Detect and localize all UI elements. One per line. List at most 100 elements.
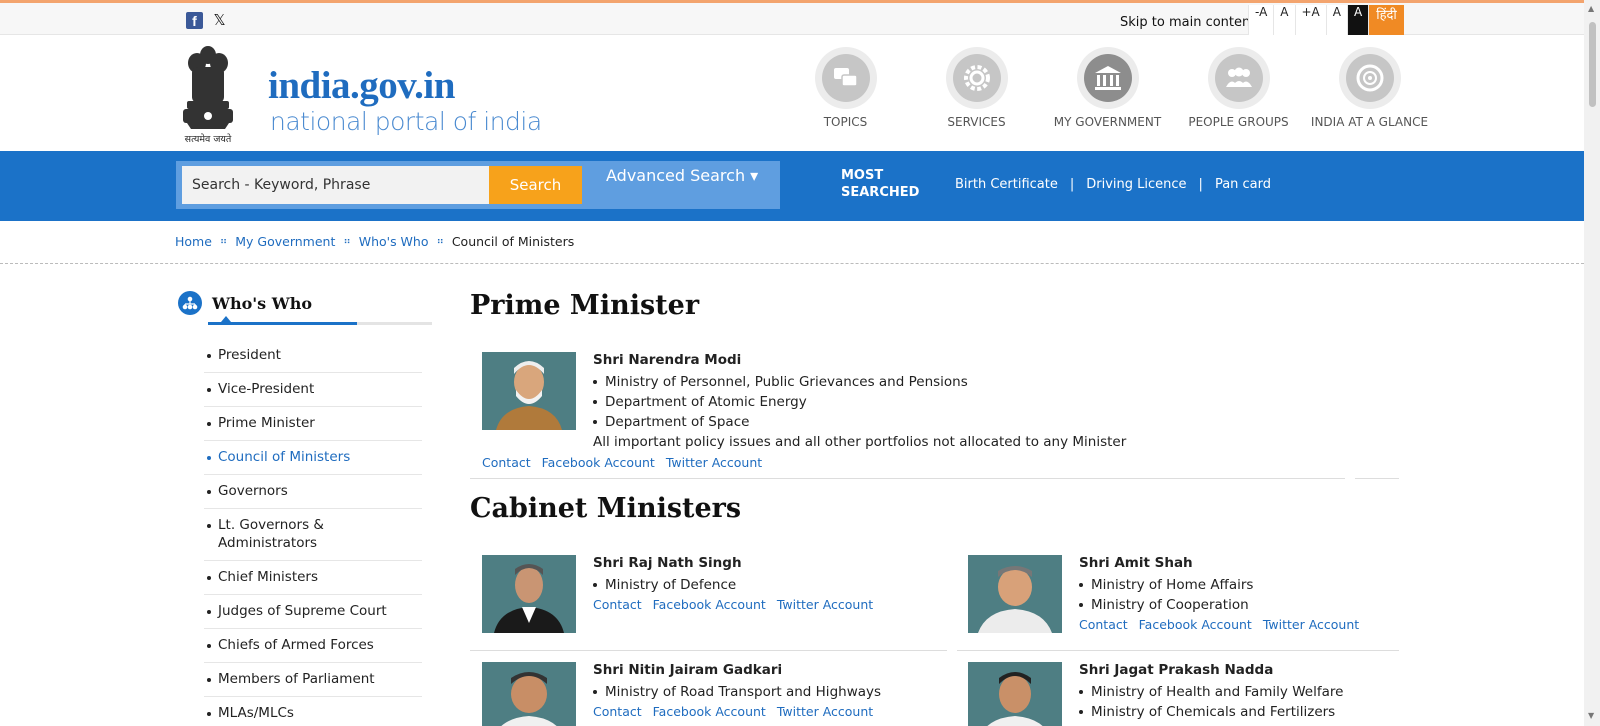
minister-photo[interactable] bbox=[482, 352, 576, 430]
sidebar-item-mlas-mlcs[interactable]: MLAs/MLCs bbox=[204, 697, 422, 726]
chakra-icon bbox=[1356, 64, 1383, 92]
decrease-font-button[interactable]: -A bbox=[1248, 5, 1274, 35]
sidebar-item-council-of-ministers[interactable]: Council of Ministers bbox=[204, 441, 422, 475]
normal-font-button[interactable]: A bbox=[1273, 5, 1295, 35]
minister-name[interactable]: Shri Nitin Jairam Gadkari bbox=[593, 662, 881, 678]
minister-links: Contact Facebook Account Twitter Account bbox=[1079, 617, 1359, 632]
advanced-search-dropdown[interactable]: Advanced Search ▾ bbox=[606, 166, 758, 204]
portfolio-list: Ministry of Road Transport and Highways bbox=[593, 682, 881, 702]
high-contrast-button[interactable]: A bbox=[1346, 5, 1369, 35]
nav-my-government[interactable]: MY GOVERNMENT bbox=[1042, 47, 1173, 129]
sidebar-item-armed-forces[interactable]: Chiefs of Armed Forces bbox=[204, 629, 422, 663]
breadcrumb-my-government[interactable]: My Government bbox=[235, 234, 335, 249]
nav-india-at-a-glance[interactable]: INDIA AT A GLANCE bbox=[1304, 47, 1435, 129]
sidebar-item-governors[interactable]: Governors bbox=[204, 475, 422, 509]
minister-name[interactable]: Shri Narendra Modi bbox=[593, 352, 1126, 368]
sidebar-item-lt-governors[interactable]: Lt. Governors & Administrators bbox=[204, 509, 422, 561]
minister-name[interactable]: Shri Jagat Prakash Nadda bbox=[1079, 662, 1343, 678]
nav-people-groups[interactable]: PEOPLE GROUPS bbox=[1173, 47, 1304, 129]
social-links: f 𝕏 bbox=[186, 12, 228, 29]
contact-link[interactable]: Contact bbox=[482, 455, 531, 470]
skip-to-main-link[interactable]: Skip to main content bbox=[1120, 15, 1255, 30]
people-group-icon bbox=[1225, 67, 1252, 87]
hindi-language-button[interactable]: हिंदी bbox=[1368, 5, 1404, 35]
scroll-down-icon[interactable]: ▼ bbox=[1588, 711, 1594, 720]
twitter-account-link[interactable]: Twitter Account bbox=[666, 455, 762, 470]
portfolio-list: Ministry of Personnel, Public Grievances… bbox=[593, 372, 1126, 432]
separator: | bbox=[1069, 177, 1075, 192]
minister-photo[interactable] bbox=[482, 555, 576, 633]
pm-info: Shri Narendra Modi Ministry of Personnel… bbox=[593, 352, 1126, 452]
breadcrumb-whos-who[interactable]: Who's Who bbox=[359, 234, 429, 249]
portfolio-list: Ministry of Health and Family Welfare Mi… bbox=[1079, 682, 1343, 722]
minister-name[interactable]: Shri Amit Shah bbox=[1079, 555, 1359, 571]
org-chart-icon bbox=[178, 291, 202, 315]
divider bbox=[957, 650, 1399, 651]
normal-contrast-button[interactable]: A bbox=[1325, 5, 1347, 35]
minister-photo[interactable] bbox=[482, 662, 576, 726]
sidebar-title: Who's Who bbox=[212, 293, 313, 313]
breadcrumb-separator-icon: ⠶ bbox=[219, 236, 228, 247]
site-header: सत्यमेव जयते india.gov.in national porta… bbox=[0, 35, 1584, 151]
breadcrumb-separator-icon: ⠶ bbox=[343, 236, 351, 247]
scrollbar-thumb[interactable] bbox=[1589, 22, 1596, 107]
search-input[interactable] bbox=[182, 166, 491, 204]
national-emblem-icon[interactable]: सत्यमेव जयते bbox=[175, 41, 241, 146]
sidebar-notch bbox=[221, 316, 231, 322]
sidebar-item-judges[interactable]: Judges of Supreme Court bbox=[204, 595, 422, 629]
minister-info: Shri Jagat Prakash Nadda Ministry of Hea… bbox=[1079, 662, 1343, 722]
minister-info: Shri Nitin Jairam Gadkari Ministry of Ro… bbox=[593, 662, 881, 719]
sidebar-item-prime-minister[interactable]: Prime Minister bbox=[204, 407, 422, 441]
font-size-controls: -A A +A A A हिंदी bbox=[1248, 5, 1404, 35]
sidebar-item-chief-ministers[interactable]: Chief Ministers bbox=[204, 561, 422, 595]
contact-link[interactable]: Contact bbox=[593, 597, 642, 612]
quick-link-pan-card[interactable]: Pan card bbox=[1215, 177, 1271, 192]
facebook-account-link[interactable]: Facebook Account bbox=[1139, 617, 1252, 632]
portfolio-list: Ministry of Defence bbox=[593, 575, 873, 595]
facebook-account-link[interactable]: Facebook Account bbox=[653, 704, 766, 719]
sidebar-item-members-of-parliament[interactable]: Members of Parliament bbox=[204, 663, 422, 697]
site-logo-subtitle[interactable]: national portal of india bbox=[270, 107, 542, 136]
twitter-account-link[interactable]: Twitter Account bbox=[777, 704, 873, 719]
search-button[interactable]: Search bbox=[489, 166, 582, 204]
portfolio-item: Ministry of Chemicals and Fertilizers bbox=[1079, 702, 1343, 722]
x-icon[interactable]: 𝕏 bbox=[211, 12, 228, 29]
increase-font-button[interactable]: +A bbox=[1294, 5, 1326, 35]
site-logo-title[interactable]: india.gov.in bbox=[268, 63, 455, 108]
twitter-account-link[interactable]: Twitter Account bbox=[777, 597, 873, 612]
search-band: Search Advanced Search ▾ MOST SEARCHED B… bbox=[0, 151, 1584, 221]
facebook-account-link[interactable]: Facebook Account bbox=[542, 455, 655, 470]
nav-topics[interactable]: TOPICS bbox=[780, 47, 911, 129]
minister-info: Shri Amit Shah Ministry of Home Affairs … bbox=[1079, 555, 1359, 632]
sidebar-header: Who's Who bbox=[178, 291, 312, 315]
scroll-up-icon[interactable]: ▲ bbox=[1588, 4, 1594, 13]
search-box: Search Advanced Search ▾ bbox=[176, 161, 780, 209]
nav-services[interactable]: SERVICES bbox=[911, 47, 1042, 129]
gear-icon bbox=[963, 65, 990, 91]
page-scrollbar[interactable]: ▲ ▼ bbox=[1584, 0, 1600, 726]
pm-links: Contact Facebook Account Twitter Account bbox=[482, 455, 762, 470]
most-searched-links: Birth Certificate | Driving Licence | Pa… bbox=[955, 177, 1271, 192]
sidebar-title-underline bbox=[208, 322, 432, 325]
contact-link[interactable]: Contact bbox=[1079, 617, 1128, 632]
minister-name[interactable]: Shri Raj Nath Singh bbox=[593, 555, 873, 571]
government-building-icon bbox=[1094, 66, 1121, 90]
minister-photo[interactable] bbox=[968, 555, 1062, 633]
minister-links: Contact Facebook Account Twitter Account bbox=[593, 704, 881, 719]
contact-link[interactable]: Contact bbox=[593, 704, 642, 719]
prime-minister-heading: Prime Minister bbox=[470, 290, 700, 321]
chat-bubbles-icon bbox=[833, 68, 858, 87]
divider bbox=[470, 650, 947, 651]
minister-info: Shri Raj Nath Singh Ministry of Defence … bbox=[593, 555, 873, 612]
sidebar-item-president[interactable]: President bbox=[204, 339, 422, 373]
utility-bar: f 𝕏 Skip to main content -A A +A A A हिं… bbox=[0, 0, 1584, 35]
facebook-account-link[interactable]: Facebook Account bbox=[653, 597, 766, 612]
minister-photo[interactable] bbox=[968, 662, 1062, 726]
sidebar-item-vice-president[interactable]: Vice-President bbox=[204, 373, 422, 407]
twitter-account-link[interactable]: Twitter Account bbox=[1263, 617, 1359, 632]
breadcrumb-home[interactable]: Home bbox=[175, 234, 212, 249]
quick-link-birth-certificate[interactable]: Birth Certificate bbox=[955, 177, 1058, 192]
portfolio-item: Ministry of Defence bbox=[593, 575, 873, 595]
quick-link-driving-licence[interactable]: Driving Licence bbox=[1086, 177, 1186, 192]
facebook-icon[interactable]: f bbox=[186, 12, 203, 29]
